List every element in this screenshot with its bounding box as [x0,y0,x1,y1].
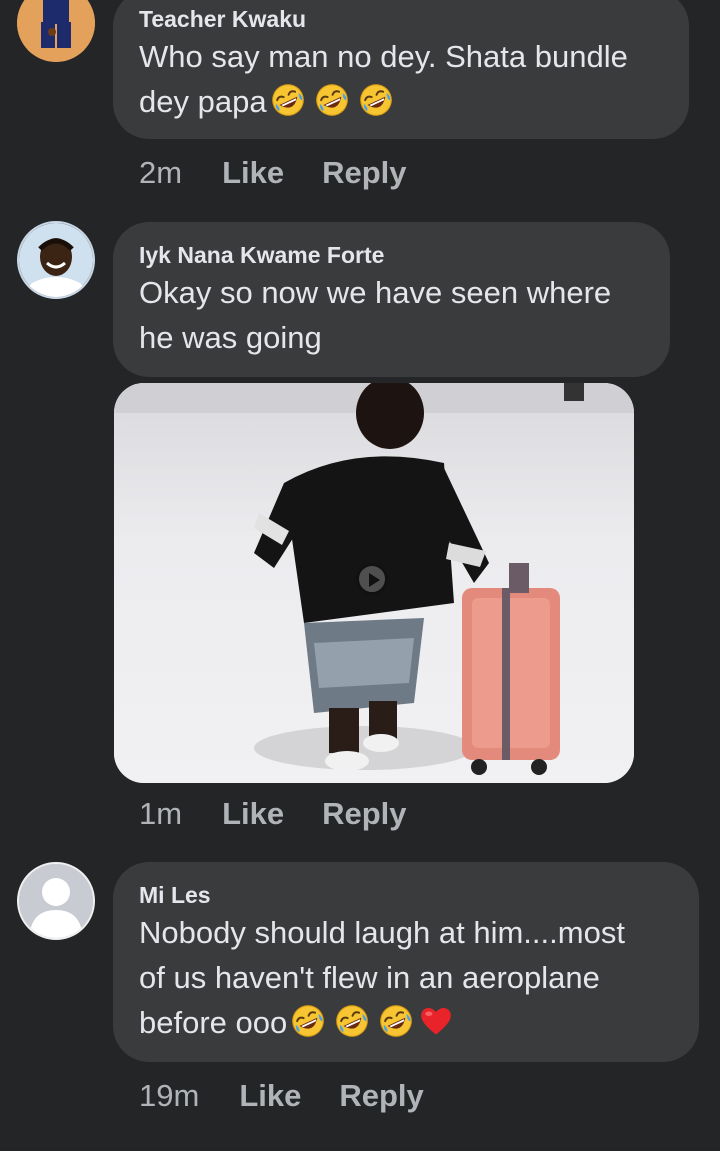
comment-actions: 19m Like Reply [139,1078,462,1114]
reply-button[interactable]: Reply [322,796,406,832]
author-name[interactable]: Mi Les [139,880,673,910]
comment-text-line: Who say man no dey. Shata bundle [139,39,628,74]
comment-text-line: Nobody should laugh at him....most [139,915,625,950]
comment-text: dey papa [139,84,267,119]
comment-text-line: he was going [139,320,322,355]
reply-button[interactable]: Reply [339,1078,423,1114]
rofl-emoji-icon [289,1003,327,1039]
author-name[interactable]: Iyk Nana Kwame Forte [139,240,644,270]
profile-photo [17,0,95,62]
comment-actions: 1m Like Reply [139,796,445,832]
comment-text: before ooo [139,1005,288,1040]
rofl-emoji-icon [313,82,351,118]
default-avatar-icon [19,864,93,938]
rofl-emoji-icon [333,1003,371,1039]
profile-photo [19,223,93,297]
reply-button[interactable]: Reply [322,155,406,191]
timestamp: 1m [139,796,183,831]
timestamp: 19m [139,1078,200,1113]
avatar[interactable] [17,221,95,299]
comment-text-line: dey papa [139,79,663,124]
comment-bubble: Iyk Nana Kwame Forte Okay so now we have… [113,222,670,377]
timestamp: 2m [139,155,183,190]
rofl-emoji-icon [357,82,395,118]
rofl-emoji-icon [377,1003,415,1039]
comment-bubble: Mi Les Nobody should laugh at him....mos… [113,862,699,1062]
like-button[interactable]: Like [239,1078,301,1114]
comment-text-line: of us haven't flew in an aeroplane [139,960,600,995]
like-button[interactable]: Like [222,155,284,191]
comment-actions: 2m Like Reply [139,155,445,191]
comment-text-line: Okay so now we have seen where [139,275,612,310]
comment-bubble: Teacher Kwaku Who say man no dey. Shata … [113,0,689,139]
author-name[interactable]: Teacher Kwaku [139,4,663,34]
avatar[interactable] [17,862,95,940]
comment-text-line: before ooo [139,1000,673,1045]
rofl-emoji-icon [269,82,307,118]
avatar[interactable] [17,0,95,62]
red-heart-icon [417,1003,455,1039]
like-button[interactable]: Like [222,796,284,832]
play-icon[interactable] [356,563,388,595]
